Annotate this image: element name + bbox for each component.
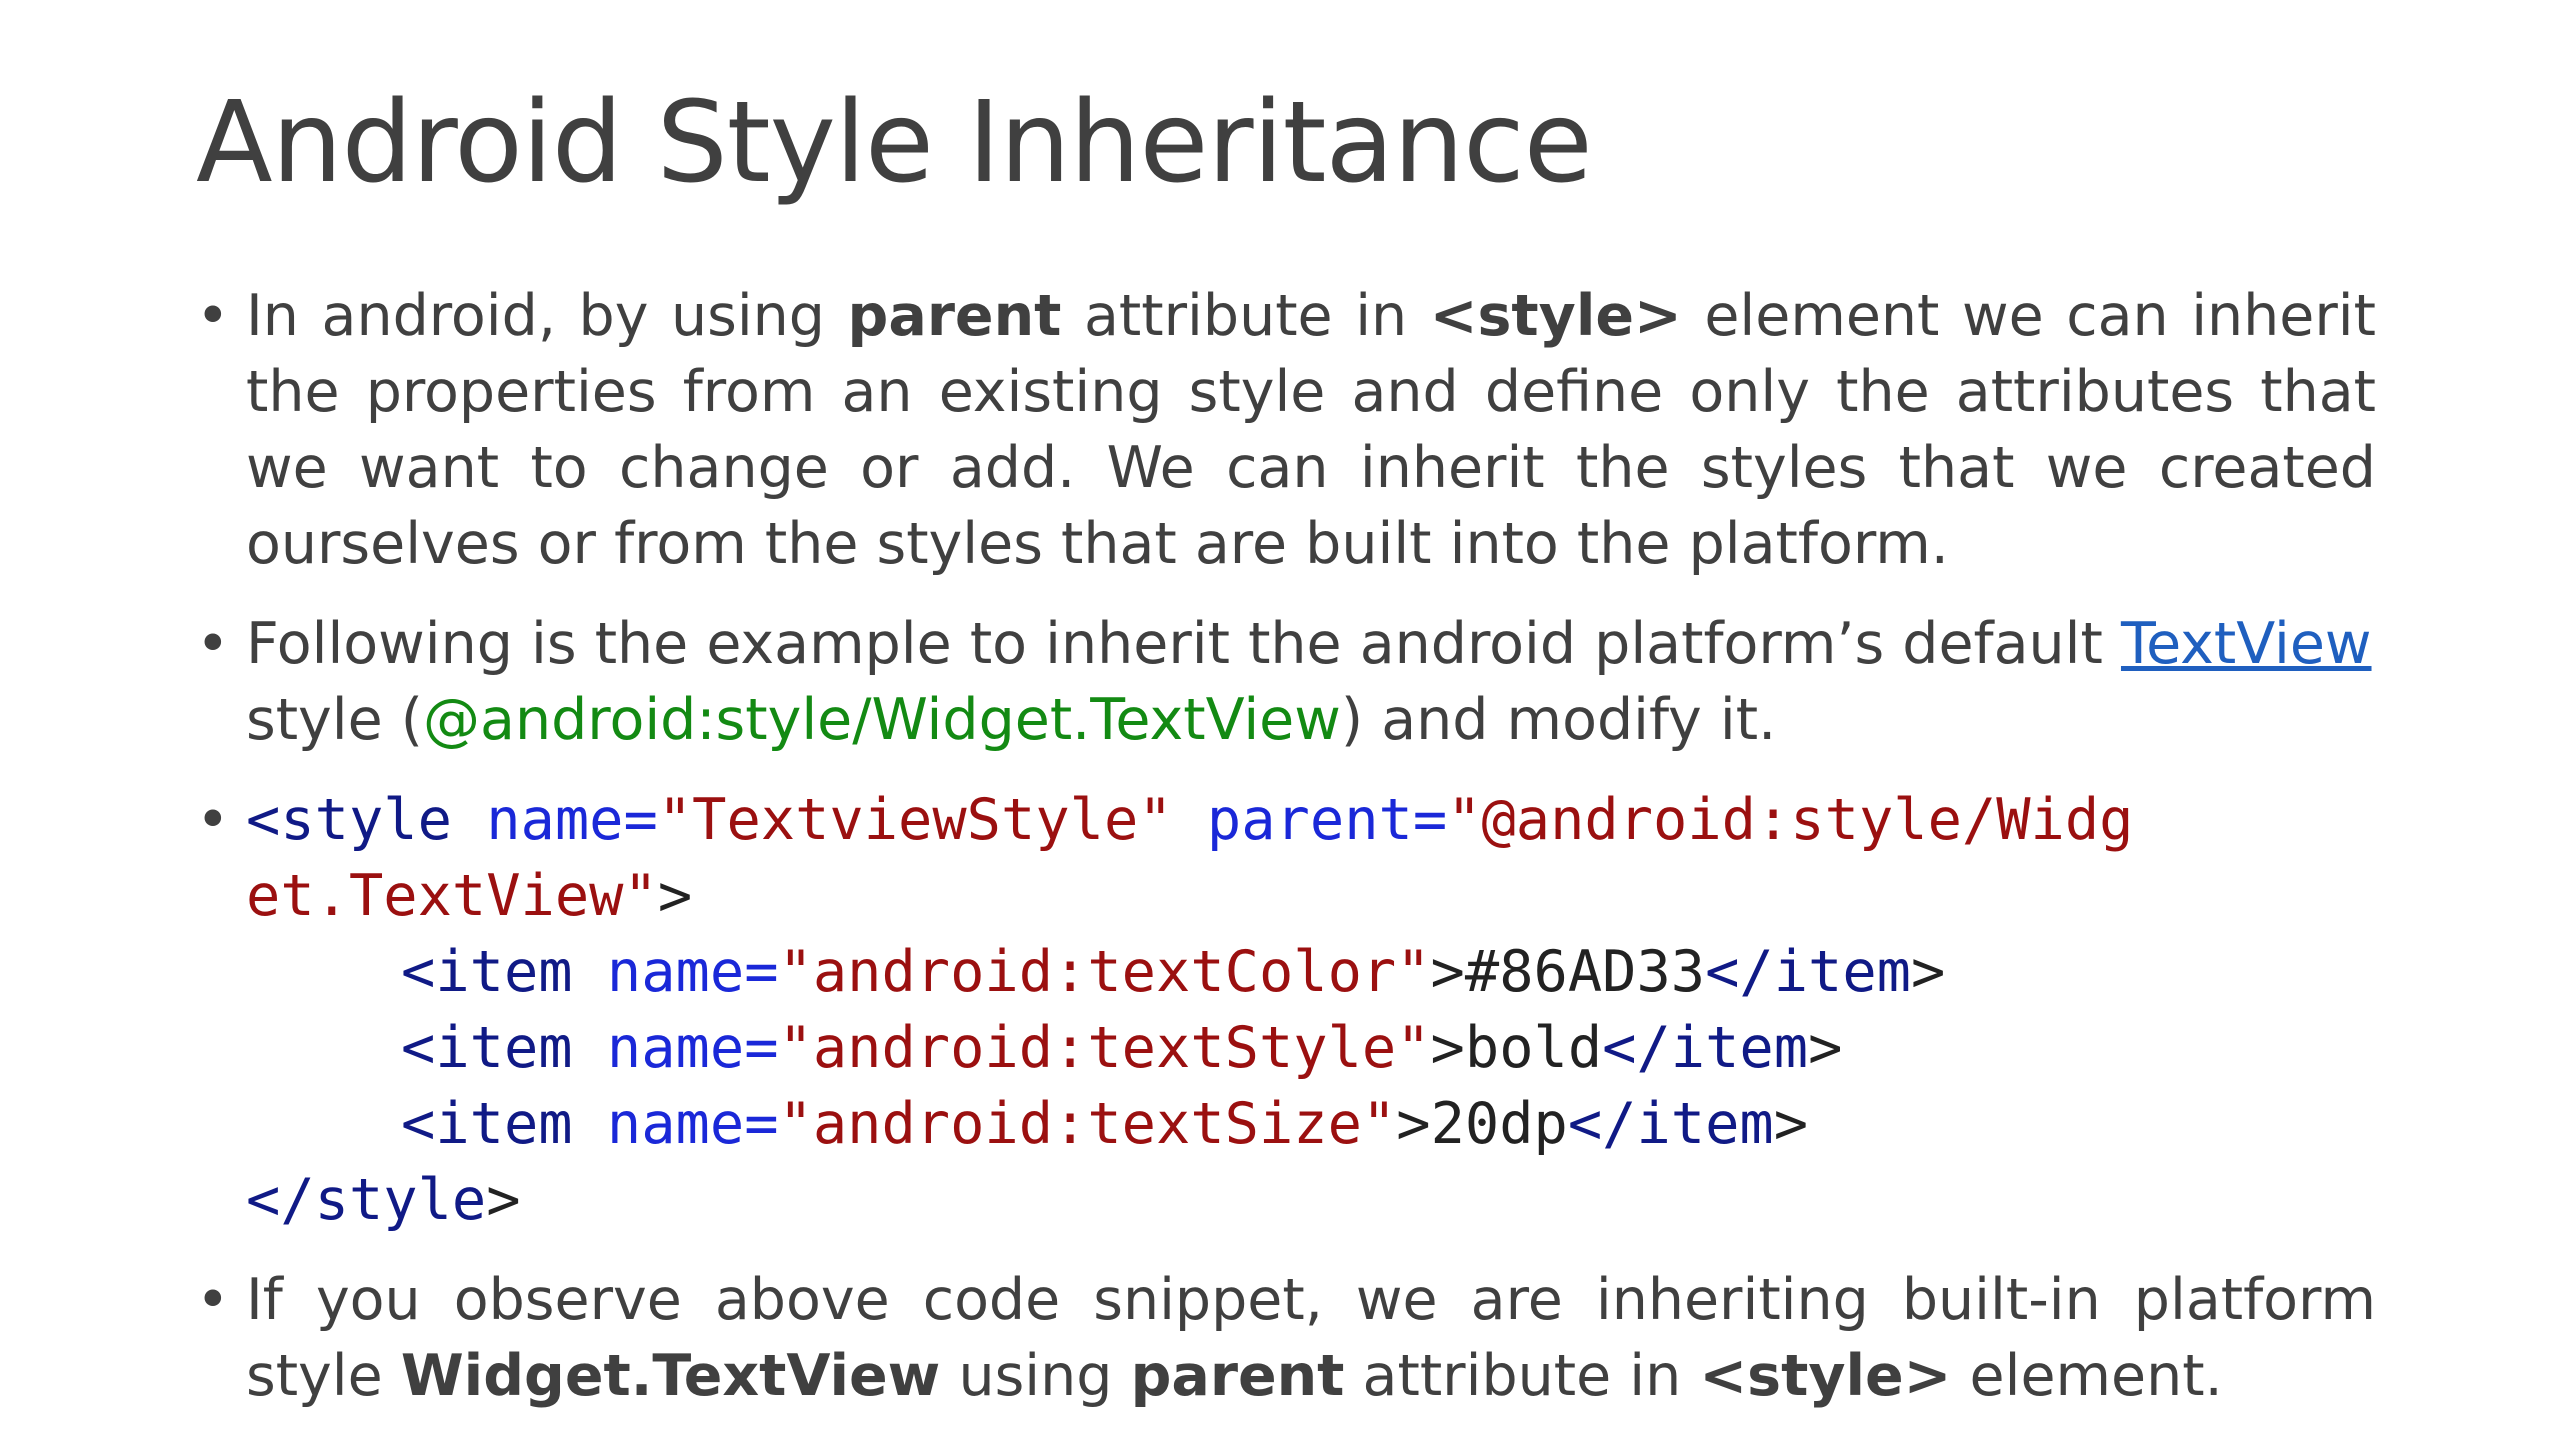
bullet-2-text-1: Following is the example to inherit the … (246, 611, 2121, 677)
slide-content: • In android, by using parent attribute … (196, 278, 2376, 1414)
bullet-2-text-2: style ( (246, 687, 424, 753)
code-style-end-line: </style> (246, 1162, 2376, 1238)
bullet-2-text-3: ) and modify it. (1340, 687, 1777, 753)
code-item-close: </item (1567, 1091, 1774, 1157)
code-item-open: <item (401, 1015, 573, 1081)
code-attr-parent: parent= (1206, 787, 1448, 853)
bullet-4-parent-bold: parent (1130, 1343, 1345, 1409)
code-value-parent-2: et.TextView" (246, 863, 658, 929)
bullet-4-style-bold: <style> (1699, 1343, 1952, 1409)
code-item-line: <item name="android:textColor">#86AD33</… (246, 934, 2376, 1010)
code-item-close: </item (1705, 939, 1911, 1005)
code-item-text: #86AD33 (1464, 939, 1706, 1005)
bullet-1-text-2: attribute in (1061, 283, 1430, 349)
code-item-line: <item name="android:textSize">20dp</item… (246, 1086, 2376, 1162)
code-item-value: "android:textStyle" (778, 1015, 1431, 1081)
bullet-2: • Following is the example to inherit th… (196, 606, 2376, 758)
code-style-open: <style (246, 787, 452, 853)
code-style-close-gt: > (486, 1167, 521, 1233)
bullet-2-widget-style: @android:style/Widget.TextView (423, 687, 1341, 753)
bullet-4-text-2: using (940, 1343, 1131, 1409)
code-item-text: 20dp (1430, 1091, 1568, 1157)
code-item-attr: name= (606, 1015, 779, 1081)
code-item-gt: > (1430, 939, 1465, 1005)
bullet-4: • If you observe above code snippet, we … (196, 1262, 2376, 1414)
code-item-attr: name= (606, 1091, 779, 1157)
bullet-1-text-1: In android, by using (246, 283, 848, 349)
bullet-4-widget-bold: Widget.TextView (400, 1343, 941, 1409)
code-item-attr: name= (606, 939, 779, 1005)
code-item-gt: > (1430, 1015, 1465, 1081)
textview-link[interactable]: TextView (2121, 611, 2372, 677)
code-item-end: > (1773, 1091, 1809, 1157)
slide-title: Android Style Inheritance (196, 78, 1593, 208)
code-item-value: "android:textColor" (778, 939, 1431, 1005)
code-item-close: </item (1602, 1015, 1809, 1081)
code-item-value: "android:textSize" (778, 1091, 1397, 1157)
code-value-parent-1: "@android:style/Widg (1447, 787, 2134, 853)
bullet-1-parent-bold: parent (847, 283, 1062, 349)
bullet-dot: • (196, 787, 230, 853)
bullet-dot: • (196, 611, 230, 677)
bullet-3-code: • <style name="TextviewStyle" parent="@a… (196, 782, 2376, 1238)
code-snippet: <style name="TextviewStyle" parent="@and… (246, 782, 2376, 934)
bullet-dot: • (196, 283, 230, 349)
bullet-4-text-3: attribute in (1344, 1343, 1700, 1409)
slide: Android Style Inheritance • In android, … (0, 0, 2560, 1440)
code-item-text: bold (1464, 1015, 1603, 1081)
code-item-gt: > (1396, 1091, 1431, 1157)
code-style-close: </style (246, 1167, 487, 1233)
code-value-name: "TextviewStyle" (657, 787, 1173, 853)
bullet-dot: • (196, 1267, 230, 1333)
code-item-line: <item name="android:textStyle">bold</ite… (246, 1010, 2376, 1086)
code-item-open: <item (401, 1091, 573, 1157)
code-item-open: <item (401, 939, 573, 1005)
code-item-end: > (1911, 939, 1946, 1005)
bullet-4-text-4: element. (1951, 1343, 2223, 1409)
code-item-end: > (1808, 1015, 1843, 1081)
code-style-gt: > (657, 863, 693, 929)
code-attr-name: name= (486, 787, 658, 853)
bullet-1: • In android, by using parent attribute … (196, 278, 2376, 582)
bullet-1-style-bold: <style> (1429, 283, 1682, 349)
